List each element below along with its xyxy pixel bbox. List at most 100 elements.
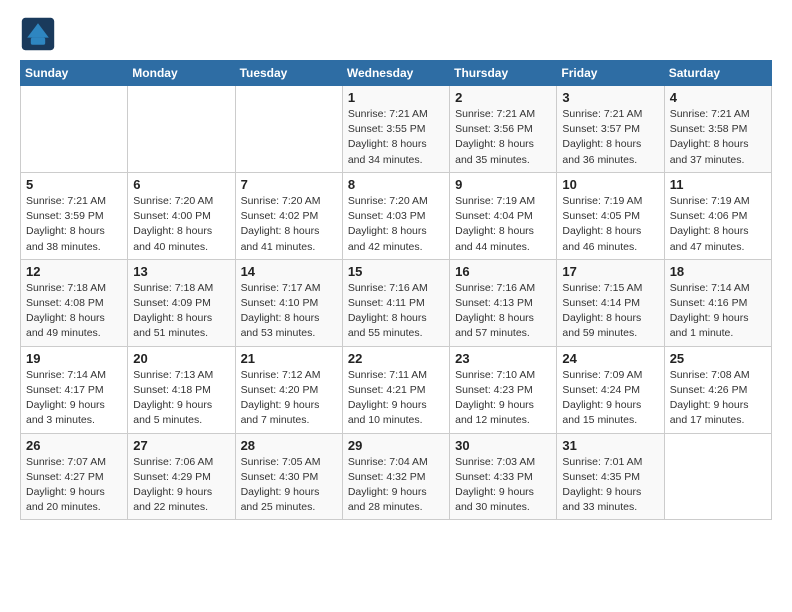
calendar-cell: 23 Sunrise: 7:10 AM Sunset: 4:23 PM Dayli… (450, 346, 557, 433)
calendar-cell: 29 Sunrise: 7:04 AM Sunset: 4:32 PM Dayli… (342, 433, 449, 520)
day-number: 9 (455, 177, 551, 192)
day-info: Sunrise: 7:21 AM Sunset: 3:57 PM Dayligh… (562, 107, 658, 168)
day-info: Sunrise: 7:18 AM Sunset: 4:08 PM Dayligh… (26, 281, 122, 342)
day-number: 22 (348, 351, 444, 366)
weekday-header: Sunday (21, 61, 128, 86)
calendar-table: SundayMondayTuesdayWednesdayThursdayFrid… (20, 60, 772, 520)
day-number: 2 (455, 90, 551, 105)
day-info: Sunrise: 7:19 AM Sunset: 4:05 PM Dayligh… (562, 194, 658, 255)
day-info: Sunrise: 7:13 AM Sunset: 4:18 PM Dayligh… (133, 368, 229, 429)
calendar-week-row: 26Sunrise: 7:07 AM Sunset: 4:27 PM Dayli… (21, 433, 772, 520)
day-number: 16 (455, 264, 551, 279)
day-number: 6 (133, 177, 229, 192)
calendar-cell: 24 Sunrise: 7:09 AM Sunset: 4:24 PM Dayli… (557, 346, 664, 433)
day-info: Sunrise: 7:08 AM Sunset: 4:26 PM Dayligh… (670, 368, 766, 429)
calendar-cell: 4 Sunrise: 7:21 AM Sunset: 3:58 PM Daylig… (664, 86, 771, 173)
calendar-cell: 27 Sunrise: 7:06 AM Sunset: 4:29 PM Dayli… (128, 433, 235, 520)
calendar-cell: 10 Sunrise: 7:19 AM Sunset: 4:05 PM Dayli… (557, 172, 664, 259)
day-number: 11 (670, 177, 766, 192)
day-info: Sunrise: 7:16 AM Sunset: 4:13 PM Dayligh… (455, 281, 551, 342)
weekday-header: Monday (128, 61, 235, 86)
day-number: 26 (26, 438, 122, 453)
calendar-cell: 25 Sunrise: 7:08 AM Sunset: 4:26 PM Dayli… (664, 346, 771, 433)
weekday-header: Wednesday (342, 61, 449, 86)
day-number: 30 (455, 438, 551, 453)
day-number: 29 (348, 438, 444, 453)
day-number: 7 (241, 177, 337, 192)
day-info: Sunrise: 7:19 AM Sunset: 4:06 PM Dayligh… (670, 194, 766, 255)
day-number: 10 (562, 177, 658, 192)
calendar-cell: 3 Sunrise: 7:21 AM Sunset: 3:57 PM Daylig… (557, 86, 664, 173)
day-number: 4 (670, 90, 766, 105)
day-info: Sunrise: 7:01 AM Sunset: 4:35 PM Dayligh… (562, 455, 658, 516)
weekday-header: Friday (557, 61, 664, 86)
day-number: 24 (562, 351, 658, 366)
page-header (20, 16, 772, 52)
calendar-cell (128, 86, 235, 173)
day-info: Sunrise: 7:05 AM Sunset: 4:30 PM Dayligh… (241, 455, 337, 516)
day-number: 27 (133, 438, 229, 453)
calendar-cell: 12 Sunrise: 7:18 AM Sunset: 4:08 PM Dayli… (21, 259, 128, 346)
calendar-week-row: 12 Sunrise: 7:18 AM Sunset: 4:08 PM Dayli… (21, 259, 772, 346)
day-info: Sunrise: 7:20 AM Sunset: 4:00 PM Dayligh… (133, 194, 229, 255)
calendar-cell: 13 Sunrise: 7:18 AM Sunset: 4:09 PM Dayli… (128, 259, 235, 346)
calendar-cell: 5Sunrise: 7:21 AM Sunset: 3:59 PM Daylig… (21, 172, 128, 259)
day-number: 15 (348, 264, 444, 279)
day-number: 17 (562, 264, 658, 279)
day-number: 23 (455, 351, 551, 366)
day-info: Sunrise: 7:21 AM Sunset: 3:58 PM Dayligh… (670, 107, 766, 168)
day-info: Sunrise: 7:14 AM Sunset: 4:17 PM Dayligh… (26, 368, 122, 429)
day-number: 1 (348, 90, 444, 105)
calendar-cell: 20Sunrise: 7:13 AM Sunset: 4:18 PM Dayli… (128, 346, 235, 433)
day-info: Sunrise: 7:14 AM Sunset: 4:16 PM Dayligh… (670, 281, 766, 342)
calendar-cell: 30Sunrise: 7:03 AM Sunset: 4:33 PM Dayli… (450, 433, 557, 520)
calendar-week-row: 1 Sunrise: 7:21 AM Sunset: 3:55 PM Daylig… (21, 86, 772, 173)
day-info: Sunrise: 7:19 AM Sunset: 4:04 PM Dayligh… (455, 194, 551, 255)
calendar-cell (664, 433, 771, 520)
calendar-cell: 17 Sunrise: 7:15 AM Sunset: 4:14 PM Dayli… (557, 259, 664, 346)
calendar-cell: 2 Sunrise: 7:21 AM Sunset: 3:56 PM Daylig… (450, 86, 557, 173)
weekday-header: Tuesday (235, 61, 342, 86)
calendar-cell: 9 Sunrise: 7:19 AM Sunset: 4:04 PM Daylig… (450, 172, 557, 259)
day-info: Sunrise: 7:04 AM Sunset: 4:32 PM Dayligh… (348, 455, 444, 516)
day-info: Sunrise: 7:12 AM Sunset: 4:20 PM Dayligh… (241, 368, 337, 429)
day-number: 18 (670, 264, 766, 279)
day-info: Sunrise: 7:09 AM Sunset: 4:24 PM Dayligh… (562, 368, 658, 429)
day-info: Sunrise: 7:10 AM Sunset: 4:23 PM Dayligh… (455, 368, 551, 429)
day-number: 14 (241, 264, 337, 279)
day-number: 25 (670, 351, 766, 366)
day-number: 28 (241, 438, 337, 453)
weekday-header: Thursday (450, 61, 557, 86)
calendar-cell: 26Sunrise: 7:07 AM Sunset: 4:27 PM Dayli… (21, 433, 128, 520)
day-number: 31 (562, 438, 658, 453)
calendar-cell: 22 Sunrise: 7:11 AM Sunset: 4:21 PM Dayli… (342, 346, 449, 433)
day-number: 3 (562, 90, 658, 105)
calendar-cell: 1 Sunrise: 7:21 AM Sunset: 3:55 PM Daylig… (342, 86, 449, 173)
calendar-cell: 16 Sunrise: 7:16 AM Sunset: 4:13 PM Dayli… (450, 259, 557, 346)
calendar-cell: 6 Sunrise: 7:20 AM Sunset: 4:00 PM Daylig… (128, 172, 235, 259)
calendar-cell (21, 86, 128, 173)
calendar-cell (235, 86, 342, 173)
day-info: Sunrise: 7:18 AM Sunset: 4:09 PM Dayligh… (133, 281, 229, 342)
logo (20, 16, 60, 52)
day-info: Sunrise: 7:16 AM Sunset: 4:11 PM Dayligh… (348, 281, 444, 342)
calendar-week-row: 19 Sunrise: 7:14 AM Sunset: 4:17 PM Dayli… (21, 346, 772, 433)
day-info: Sunrise: 7:15 AM Sunset: 4:14 PM Dayligh… (562, 281, 658, 342)
day-info: Sunrise: 7:21 AM Sunset: 3:55 PM Dayligh… (348, 107, 444, 168)
calendar-cell: 11 Sunrise: 7:19 AM Sunset: 4:06 PM Dayli… (664, 172, 771, 259)
day-info: Sunrise: 7:06 AM Sunset: 4:29 PM Dayligh… (133, 455, 229, 516)
day-info: Sunrise: 7:11 AM Sunset: 4:21 PM Dayligh… (348, 368, 444, 429)
day-number: 8 (348, 177, 444, 192)
day-info: Sunrise: 7:21 AM Sunset: 3:56 PM Dayligh… (455, 107, 551, 168)
calendar-cell: 8Sunrise: 7:20 AM Sunset: 4:03 PM Daylig… (342, 172, 449, 259)
day-info: Sunrise: 7:21 AM Sunset: 3:59 PM Dayligh… (26, 194, 122, 255)
weekday-header-row: SundayMondayTuesdayWednesdayThursdayFrid… (21, 61, 772, 86)
calendar-cell: 19 Sunrise: 7:14 AM Sunset: 4:17 PM Dayli… (21, 346, 128, 433)
calendar-cell: 28 Sunrise: 7:05 AM Sunset: 4:30 PM Dayli… (235, 433, 342, 520)
day-number: 19 (26, 351, 122, 366)
day-info: Sunrise: 7:20 AM Sunset: 4:02 PM Dayligh… (241, 194, 337, 255)
day-number: 13 (133, 264, 229, 279)
weekday-header: Saturday (664, 61, 771, 86)
day-number: 12 (26, 264, 122, 279)
calendar-cell: 31 Sunrise: 7:01 AM Sunset: 4:35 PM Dayli… (557, 433, 664, 520)
